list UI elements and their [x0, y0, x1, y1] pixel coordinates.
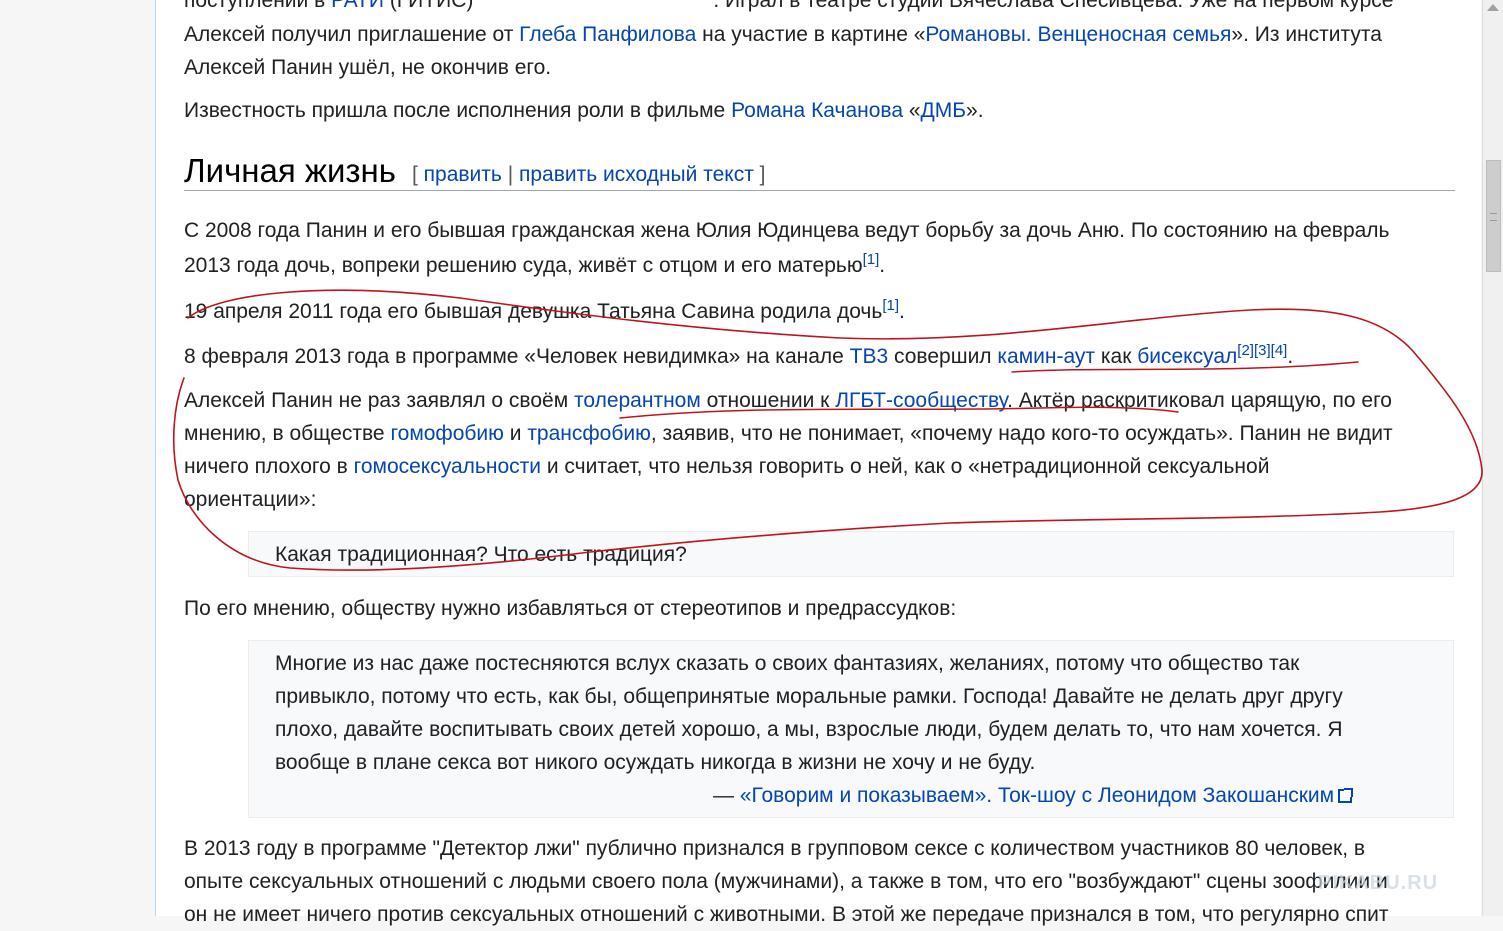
quote-tradition-text: Какая традиционная? Что есть традиция? — [275, 543, 687, 566]
link-romanovy[interactable]: Романовы. Венценосная семья — [925, 23, 1231, 46]
paragraph-education: поступлении в РАТИ (ГИТИС). Играл в теат… — [184, 0, 1393, 17]
paragraph-education-line3: Алексей Панин ушёл, не окончив его. — [184, 56, 552, 79]
link-lgbt[interactable]: ЛГБТ-сообществу — [835, 389, 1007, 412]
grip-icon — [1490, 213, 1497, 221]
reference-1b[interactable]: [1] — [882, 297, 899, 314]
quote-line-3: плохо, давайте воспитывать своих детей х… — [275, 718, 1343, 741]
paragraph-education-line2: Алексей получил приглашение от Глеба Пан… — [184, 23, 1382, 46]
external-link-icon — [1338, 788, 1354, 803]
link-dmb[interactable]: ДМБ — [921, 99, 967, 122]
paragraph-tolerance-line1: Алексей Панин не раз заявлял о своём тол… — [184, 389, 1392, 412]
link-tv3[interactable]: ТВ3 — [850, 345, 889, 368]
quote-tradition: Какая традиционная? Что есть традиция? — [248, 531, 1454, 577]
paragraph-fame: Известность пришла после исполнения роли… — [184, 99, 984, 122]
watermark: PIKABU.RU — [1318, 872, 1439, 894]
paragraph-lie-detector-line3: он не имеет ничего против сексуальных от… — [184, 903, 1389, 926]
edit-link[interactable]: править — [424, 163, 502, 186]
paragraph-daughter-line2: 2013 года дочь, вопреки решению суда, жи… — [184, 251, 886, 277]
quote-source: — «Говорим и показываем». Ток-шоу с Леон… — [713, 779, 1354, 812]
chevron-up-icon[interactable] — [1487, 4, 1499, 11]
quote-source-link[interactable]: «Говорим и показываем». Ток-шоу с Леонид… — [740, 784, 1354, 807]
paragraph-lie-detector-line1: В 2013 году в программе "Детектор лжи" п… — [184, 837, 1366, 860]
link-homosexuality[interactable]: гомосексуальности — [354, 455, 541, 478]
section-title: Личная жизнь — [184, 152, 396, 189]
paragraph-second-daughter: 19 апреля 2011 года его бывшая девушка Т… — [184, 297, 905, 323]
quote-fantasies: Многие из нас даже постесняются вслух ск… — [248, 640, 1454, 818]
link-transphobia[interactable]: трансфобию — [527, 422, 651, 445]
article-content: поступлении в РАТИ (ГИТИС). Играл в теат… — [155, 0, 1481, 926]
reference-1[interactable]: [1] — [863, 251, 880, 268]
reference-3[interactable]: [3] — [1254, 342, 1271, 359]
scrollbar-thumb[interactable] — [1486, 160, 1501, 272]
link-tolerant[interactable]: толерантном — [574, 389, 701, 412]
section-edit-links: [ править | править исходный текст ] — [412, 163, 766, 186]
link-gleb-panfilov[interactable]: Глеба Панфилова — [519, 23, 696, 46]
paragraph-stereotypes: По его мнению, обществу нужно избавлятьс… — [184, 597, 957, 620]
link-roman-kachanov[interactable]: Романа Качанова — [731, 99, 903, 122]
link-homophobia[interactable]: гомофобию — [390, 422, 503, 445]
reference-4[interactable]: [4] — [1271, 342, 1288, 359]
paragraph-coming-out: 8 февраля 2013 года в программе «Человек… — [184, 342, 1294, 368]
paragraph-lie-detector-line2: опыте сексуальных отношений с людьми сво… — [184, 870, 1388, 893]
section-heading-personal-life: Личная жизнь [ править | править исходны… — [184, 150, 1455, 191]
quote-line-2: привыкло, потому что есть, как бы, общеп… — [275, 685, 1343, 708]
paragraph-tolerance-line3: ничего плохого в гомосексуальности и счи… — [184, 455, 1270, 478]
edit-source-link[interactable]: править исходный текст — [519, 163, 754, 186]
quote-line-1: Многие из нас даже постесняются вслух ск… — [275, 652, 1300, 675]
link-rati[interactable]: РАТИ — [331, 0, 384, 12]
paragraph-tolerance-line2: мнению, в обществе гомофобию и трансфоби… — [184, 422, 1393, 445]
vertical-scrollbar[interactable] — [1482, 0, 1503, 916]
link-bisexual[interactable]: бисексуал — [1137, 345, 1237, 368]
reference-2[interactable]: [2] — [1237, 342, 1254, 359]
paragraph-daughter-line1: С 2008 года Панин и его бывшая гражданск… — [184, 219, 1390, 242]
link-coming-out[interactable]: камин-аут — [997, 345, 1095, 368]
paragraph-tolerance-line4: ориентации»: — [184, 488, 317, 511]
quote-line-4: вообще в плане секса вот никого осуждать… — [275, 751, 1036, 774]
